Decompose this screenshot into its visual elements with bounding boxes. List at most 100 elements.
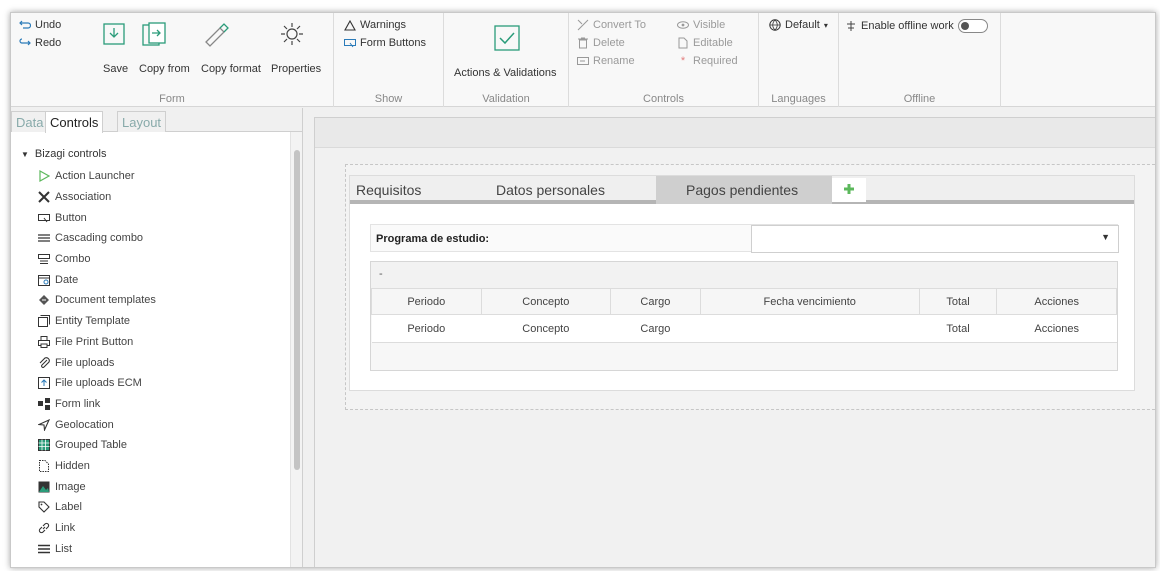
offline-group-label: Offline [903, 93, 936, 105]
validation-group-label: Validation [482, 93, 530, 105]
undo-button[interactable]: Undo [19, 19, 61, 31]
editable-button[interactable]: Editable [677, 37, 733, 49]
list-item-label: Grouped Table [55, 439, 127, 452]
panel-scrollbar[interactable] [290, 132, 302, 567]
tree-root-bizagi-controls[interactable]: ▼ Bizagi controls [21, 148, 106, 160]
tab-data[interactable]: Data [11, 111, 49, 132]
warnings-button[interactable]: Warnings [344, 19, 406, 31]
list-item-label: File Print Button [55, 335, 134, 348]
tag-icon [37, 501, 50, 514]
asterisk-icon: * [680, 55, 686, 67]
copy-from-label: Copy from [139, 63, 190, 75]
list-item[interactable]: Grouped Table [37, 435, 156, 456]
list-item[interactable]: Action Launcher [37, 166, 156, 187]
list-item[interactable]: Hidden [37, 456, 156, 477]
tab-layout[interactable]: Layout [117, 111, 167, 132]
list-item[interactable]: Date [37, 269, 156, 290]
column-header-fecha-vencimiento[interactable]: Fecha vencimiento [699, 288, 920, 315]
column-header-cargo[interactable]: Cargo [610, 288, 701, 315]
list-item[interactable]: Form link [37, 394, 156, 415]
form-buttons-button[interactable]: Form Buttons [344, 37, 426, 49]
visible-button[interactable]: Visible [677, 19, 725, 31]
table-row[interactable]: Periodo Concepto Cargo Total Acciones [371, 314, 1117, 343]
cell-periodo: Periodo [371, 314, 482, 343]
copy-format-button[interactable]: Copy format [201, 19, 261, 75]
required-label: Required [693, 55, 738, 67]
ribbon-group-show: Warnings Form Buttons Show [334, 13, 444, 107]
rename-button[interactable]: Rename [577, 55, 635, 67]
redo-button[interactable]: Redo [19, 37, 61, 49]
entity-template-icon [37, 315, 50, 328]
required-button[interactable]: * Required [677, 55, 738, 67]
checkbox-check-icon [492, 23, 522, 53]
ribbon-group-offline: Enable offline work Offline [839, 13, 1001, 107]
globe-icon [769, 19, 781, 31]
list-item[interactable]: Button [37, 207, 156, 228]
tree-root-label: Bizagi controls [34, 148, 107, 160]
programa-combo[interactable]: ▼ [751, 225, 1119, 253]
column-header-concepto[interactable]: Concepto [480, 288, 612, 315]
language-label: Default [785, 19, 820, 31]
offline-toggle[interactable]: Enable offline work [845, 19, 988, 33]
association-icon [37, 191, 50, 204]
list-item-label: File uploads ECM [55, 377, 142, 390]
column-header-acciones[interactable]: Acciones [996, 288, 1117, 315]
cascading-combo-icon [37, 232, 50, 245]
list-item[interactable]: Geolocation [37, 414, 156, 435]
offline-icon [845, 20, 857, 32]
tab-datos-personales[interactable]: Datos personales [470, 176, 650, 204]
list-item[interactable]: Document templates [37, 290, 156, 311]
editable-label: Editable [693, 37, 733, 49]
list-item[interactable]: Cascading combo [37, 228, 156, 249]
list-item-label: Document templates [55, 294, 156, 307]
properties-button[interactable]: Properties [271, 19, 321, 75]
tab-controls[interactable]: Controls [45, 111, 104, 133]
list-item[interactable]: Association [37, 187, 156, 208]
copy-from-button[interactable]: Copy from [139, 19, 190, 75]
list-item[interactable]: List [37, 538, 156, 559]
list-item[interactable]: Image [37, 476, 156, 497]
add-tab-button[interactable] [832, 178, 866, 202]
list-item[interactable]: Combo [37, 249, 156, 270]
paperclip-icon [37, 356, 50, 369]
list-item-label: List [55, 542, 73, 555]
list-item[interactable]: File Print Button [37, 332, 156, 353]
tab-container[interactable]: Requisitos Datos personales Pagos pendie… [349, 175, 1135, 391]
tab-pagos-pendientes[interactable]: Pagos pendientes [656, 176, 832, 204]
save-button[interactable]: Save [99, 19, 129, 75]
ribbon-group-form: Undo Redo Save Copy from Copy format Pro… [11, 13, 334, 107]
form-link-icon [37, 397, 50, 410]
list-item[interactable]: File uploads ECM [37, 373, 156, 394]
toggle-switch[interactable] [957, 19, 988, 33]
actions-validations-button[interactable]: Actions & Validations [454, 23, 557, 79]
image-icon [37, 480, 50, 493]
convert-to-button[interactable]: Convert To [577, 19, 646, 31]
scroll-thumb[interactable] [294, 150, 300, 470]
list-item[interactable]: Label [37, 497, 156, 518]
delete-button[interactable]: Delete [577, 37, 625, 49]
link-icon [37, 522, 50, 535]
column-header-periodo[interactable]: Periodo [371, 288, 482, 315]
tab-requisitos[interactable]: Requisitos [350, 176, 470, 204]
column-header-total[interactable]: Total [918, 288, 998, 315]
list-item[interactable]: File uploads [37, 352, 156, 373]
language-dropdown[interactable]: Default ▾ [769, 19, 828, 31]
caret-down-icon: ▼ [21, 149, 29, 159]
cell-total: Total [919, 314, 997, 343]
printer-icon [37, 335, 50, 348]
form-container[interactable]: Requisitos Datos personales Pagos pendie… [345, 164, 1155, 410]
pagos-grid[interactable]: - Periodo Concepto Cargo Fecha vencimien… [370, 261, 1118, 371]
list-item-label: Label [55, 501, 82, 514]
cell-fecha-vencimiento [700, 314, 920, 343]
table-header-row: Periodo Concepto Cargo Fecha vencimiento… [371, 288, 1117, 315]
document-template-icon [37, 294, 50, 307]
rename-label: Rename [593, 55, 635, 67]
gear-icon [277, 19, 307, 49]
programa-field-row: Programa de estudio: ▼ [370, 224, 1119, 253]
list-item[interactable]: Link [37, 518, 156, 539]
undo-icon [19, 19, 31, 31]
actions-validations-label: Actions & Validations [454, 67, 557, 79]
ribbon-group-languages: Default ▾ Languages [759, 13, 839, 107]
grid-caption: - [371, 262, 1117, 288]
list-item[interactable]: Entity Template [37, 311, 156, 332]
